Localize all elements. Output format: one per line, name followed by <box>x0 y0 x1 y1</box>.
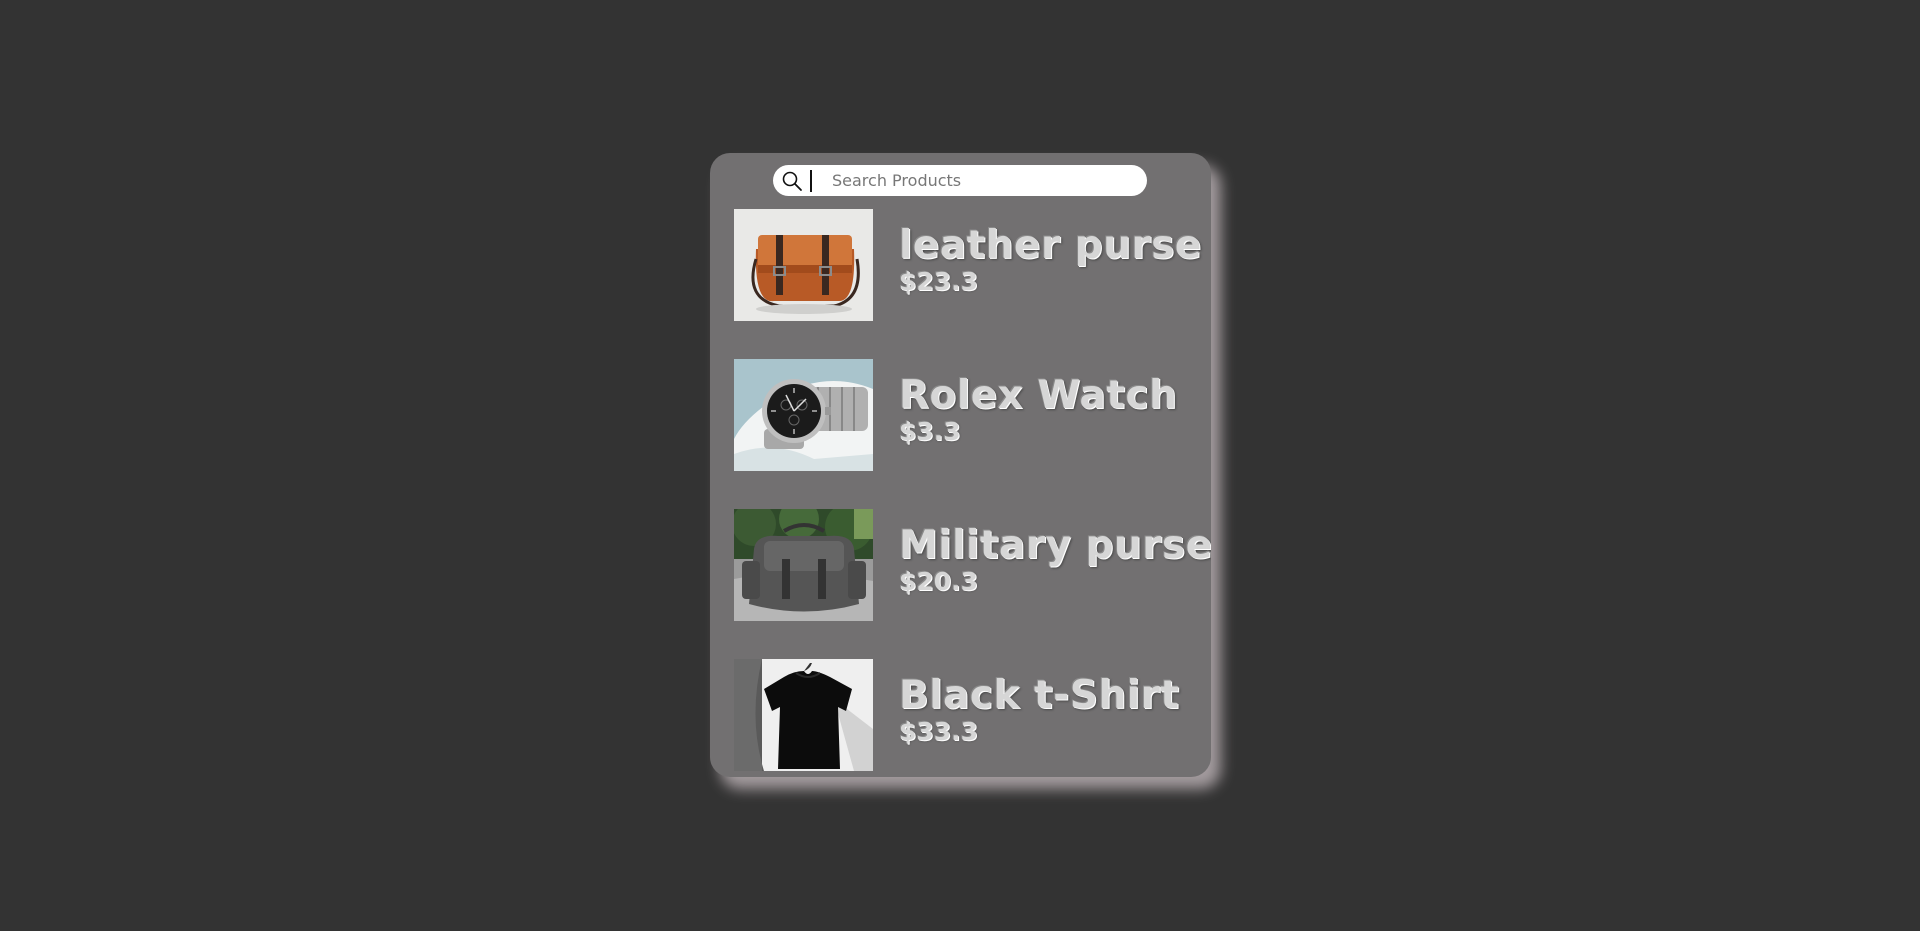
leather-purse-image[interactable] <box>734 209 873 321</box>
product-item-black-tshirt[interactable]: Black t-Shirt $33.3 <box>734 659 1179 771</box>
product-price: $23.3 <box>899 267 979 296</box>
search-input[interactable] <box>832 171 1112 190</box>
product-info: Rolex Watch $3.3 <box>899 375 1177 447</box>
product-name[interactable]: Black t-Shirt <box>899 675 1179 717</box>
search-bar[interactable] <box>773 165 1147 196</box>
product-price: $3.3 <box>899 417 961 446</box>
product-price: $20.3 <box>899 567 979 596</box>
product-item-military-purse[interactable]: Military purse $20.3 <box>734 509 1211 621</box>
product-info: leather purse $23.3 <box>899 225 1202 297</box>
product-info: Black t-Shirt $33.3 <box>899 675 1179 747</box>
rolex-watch-image[interactable] <box>734 359 873 471</box>
product-name[interactable]: Rolex Watch <box>899 375 1177 417</box>
text-cursor <box>810 169 812 192</box>
search-icon[interactable] <box>781 170 803 192</box>
black-tshirt-image[interactable] <box>734 659 873 771</box>
product-name[interactable]: Military purse <box>899 525 1211 567</box>
product-name[interactable]: leather purse <box>899 225 1202 267</box>
product-search-panel: leather purse $23.3 <box>710 153 1211 777</box>
product-info: Military purse $20.3 <box>899 525 1211 597</box>
military-purse-image[interactable] <box>734 509 873 621</box>
product-price: $33.3 <box>899 717 979 746</box>
product-item-leather-purse[interactable]: leather purse $23.3 <box>734 209 1202 321</box>
product-item-rolex-watch[interactable]: Rolex Watch $3.3 <box>734 359 1177 471</box>
